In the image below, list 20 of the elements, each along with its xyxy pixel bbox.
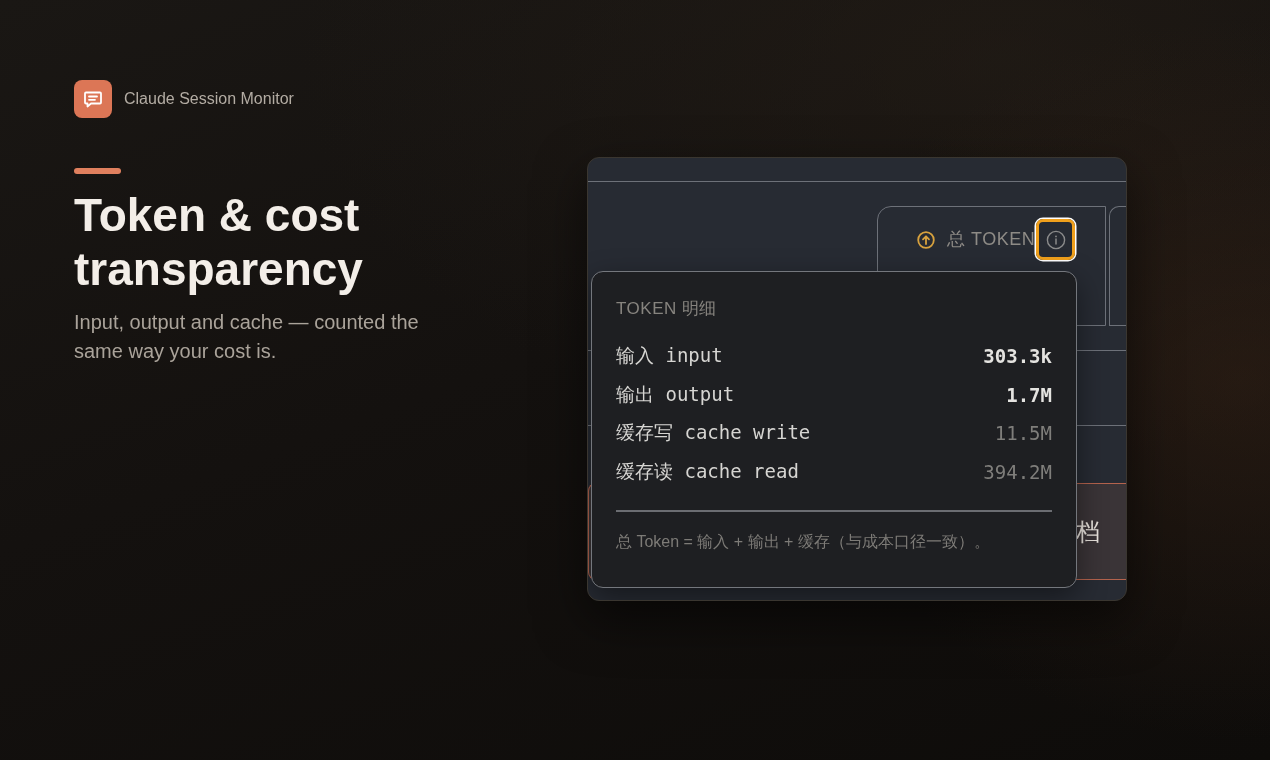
card-text: 档 xyxy=(1076,516,1100,547)
arrow-up-circle-icon xyxy=(917,231,935,249)
token-label: 输出 output xyxy=(616,381,735,407)
info-button[interactable] xyxy=(1036,219,1076,260)
stat-label: 总 TOKEN xyxy=(947,228,1036,251)
token-value: 303.3k xyxy=(983,345,1052,368)
token-label: 缓存读 cache read xyxy=(616,458,799,484)
accent-bar xyxy=(74,168,121,174)
token-value: 394.2M xyxy=(983,460,1052,483)
token-label: 缓存写 cache write xyxy=(616,420,811,446)
hero-subtitle: Input, output and cache — counted the same way your cost is. xyxy=(74,310,420,364)
hero-title: Token & cost transparency xyxy=(74,188,364,296)
token-label: 输入 input xyxy=(616,343,723,369)
speech-bubble-icon xyxy=(74,80,112,118)
tooltip-footnote: 总 Token = 输入 + 输出 + 缓存（与成本口径一致）。 xyxy=(616,532,991,552)
brand-name: Claude Session Monitor xyxy=(124,90,294,108)
token-value: 1.7M xyxy=(1006,383,1052,406)
tooltip-title: TOKEN 明细 xyxy=(616,298,718,320)
token-value: 11.5M xyxy=(994,422,1052,445)
info-icon xyxy=(1045,229,1066,250)
